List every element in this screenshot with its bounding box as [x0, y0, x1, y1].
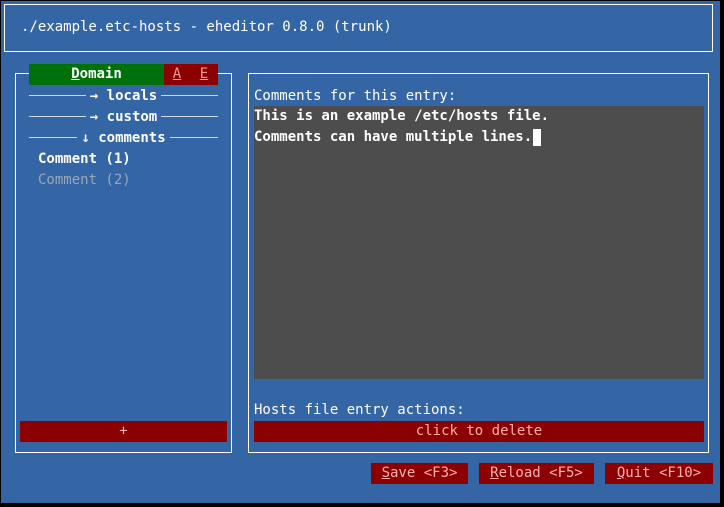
- tree-label-comments: ↓ comments: [77, 130, 169, 146]
- reload-button[interactable]: Reload <F5>: [479, 463, 594, 484]
- tree-group-comments[interactable]: ↓ comments: [29, 127, 218, 148]
- comment-line-2: Comments can have multiple lines.: [254, 127, 704, 148]
- tree-line: [161, 95, 219, 96]
- comments-textarea[interactable]: This is an example /etc/hosts file. Comm…: [254, 106, 704, 379]
- text-cursor: [533, 128, 542, 146]
- tree-line: [161, 116, 219, 117]
- arrow-down-icon: ↓: [81, 129, 90, 146]
- screen: ./example.etc-hosts - eheditor 0.8.0 (tr…: [0, 0, 724, 507]
- tree-group-custom[interactable]: → custom: [29, 106, 219, 127]
- tab-domain-hotkey: D: [71, 66, 80, 82]
- reload-hotkey: R: [490, 465, 499, 481]
- tab-domain-label: omain: [79, 66, 122, 82]
- window-title: ./example.etc-hosts - eheditor 0.8.0 (tr…: [21, 19, 392, 35]
- tab-domain[interactable]: Domain: [29, 64, 164, 85]
- tree-line: [29, 137, 78, 138]
- tab-a-label: A: [172, 66, 182, 82]
- tree-group-text: custom: [106, 108, 158, 125]
- quit-button[interactable]: Quit <F10>: [605, 463, 713, 484]
- tree-label-custom: → custom: [86, 109, 161, 125]
- save-button[interactable]: Save <F3>: [371, 463, 468, 484]
- arrow-right-icon: →: [89, 108, 99, 125]
- save-hotkey: S: [381, 465, 390, 481]
- tree-line: [169, 137, 218, 138]
- list-item-comment-1[interactable]: Comment (1): [38, 151, 131, 167]
- actions-label: Hosts file entry actions:: [254, 402, 465, 418]
- save-label: ave <F3>: [390, 465, 458, 481]
- comment-line-1: This is an example /etc/hosts file.: [254, 106, 704, 127]
- tree-line: [29, 116, 86, 117]
- tab-e[interactable]: E: [190, 64, 218, 85]
- tree-label-locals: → locals: [86, 88, 161, 104]
- quit-label: uit <F10>: [625, 465, 702, 481]
- reload-label: eload <F5>: [498, 465, 583, 481]
- comments-label: Comments for this entry:: [254, 88, 457, 104]
- tab-e-label: E: [199, 66, 209, 82]
- add-entry-button[interactable]: +: [20, 421, 227, 442]
- tree-group-text: locals: [106, 87, 158, 104]
- title-bar: ./example.etc-hosts - eheditor 0.8.0 (tr…: [4, 4, 713, 52]
- comment-line-2-text: Comments can have multiple lines.: [254, 129, 533, 145]
- delete-entry-button[interactable]: click to delete: [254, 421, 704, 442]
- tree-group-locals[interactable]: → locals: [29, 85, 219, 106]
- arrow-right-icon: →: [89, 87, 99, 104]
- tree-group-text: comments: [98, 129, 166, 146]
- comment-line-1-text: This is an example /etc/hosts file.: [254, 108, 550, 124]
- tab-a[interactable]: A: [164, 64, 190, 85]
- tree-line: [29, 95, 86, 96]
- list-item-comment-2[interactable]: Comment (2): [38, 172, 131, 188]
